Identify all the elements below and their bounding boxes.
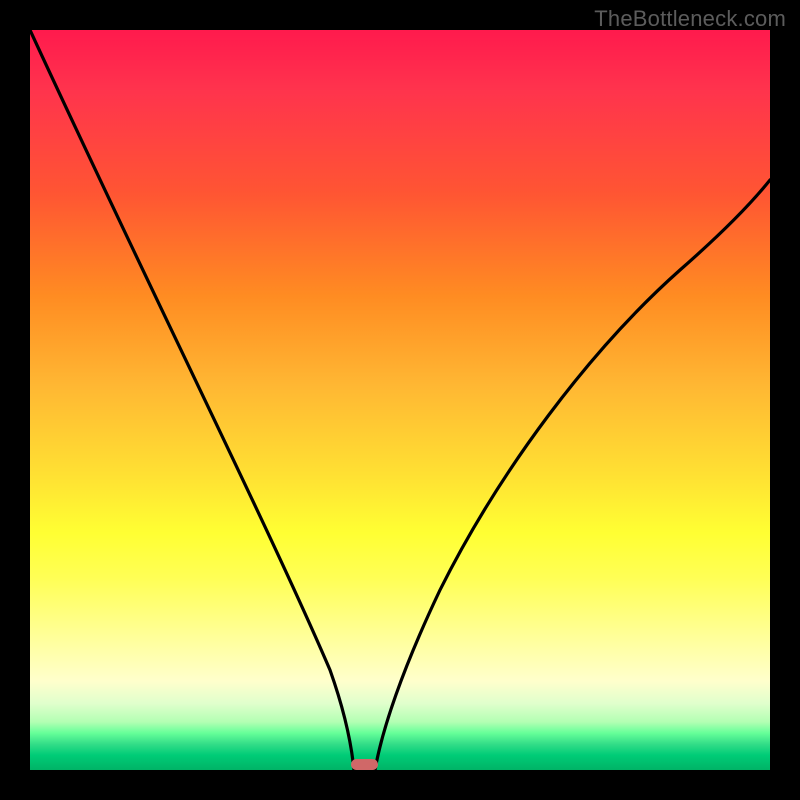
watermark-text: TheBottleneck.com [594, 6, 786, 32]
curve-left [30, 30, 354, 770]
optimal-marker [351, 759, 378, 770]
plot-frame [30, 30, 770, 770]
curve-right [375, 180, 770, 770]
bottleneck-curves [30, 30, 770, 770]
